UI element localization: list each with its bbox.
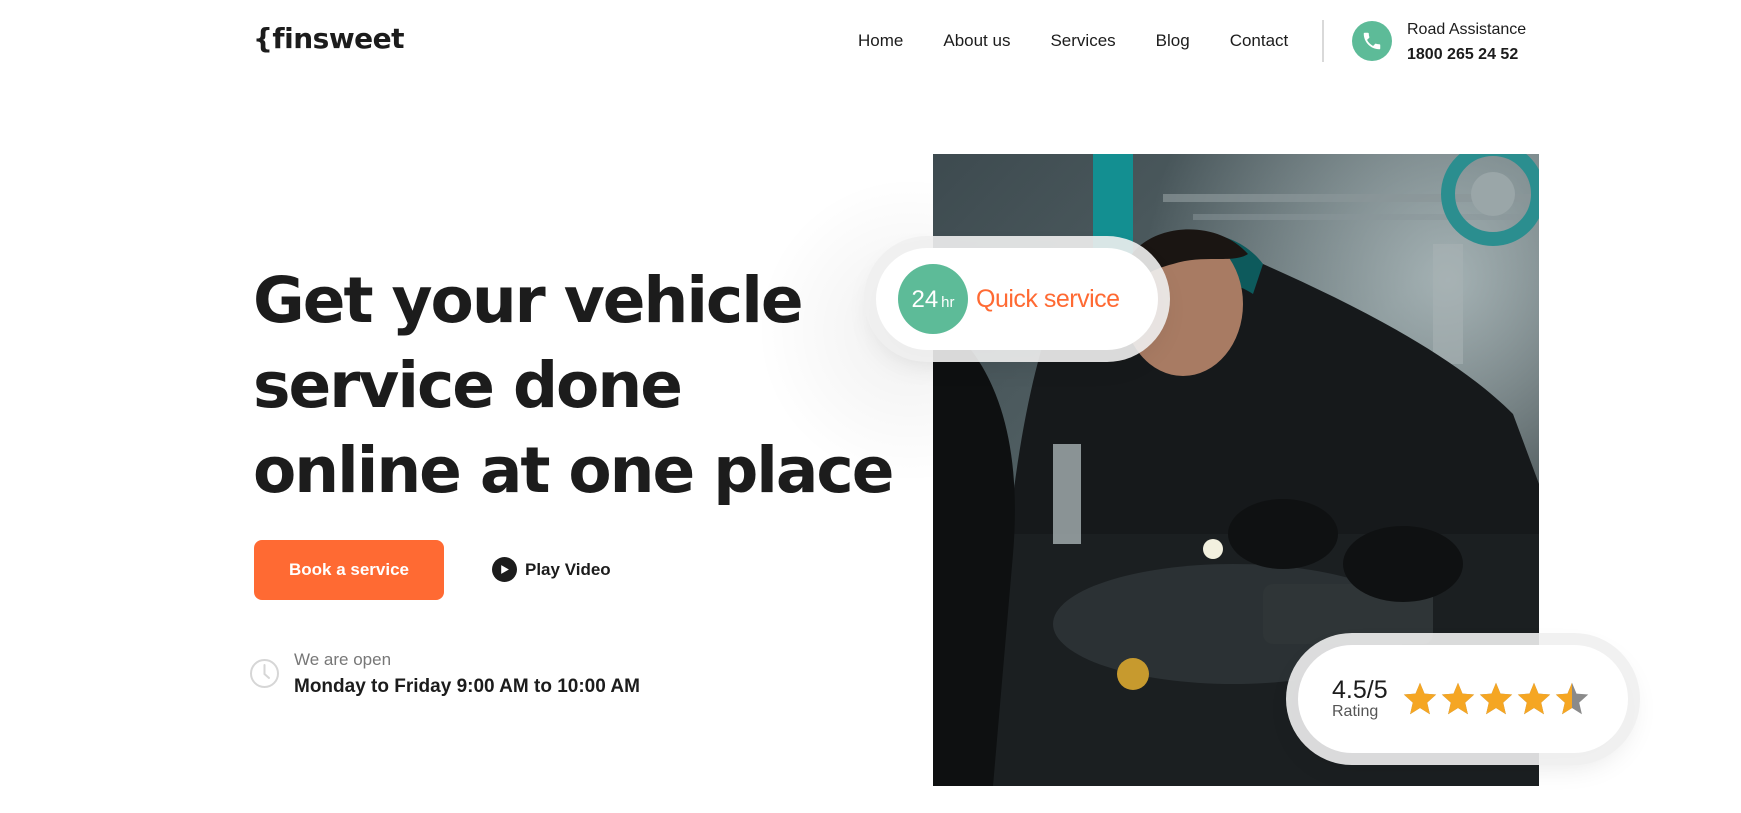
quick-service-unit: hr <box>941 294 955 311</box>
rating-label: Rating <box>1332 703 1379 720</box>
phone-icon[interactable] <box>1352 21 1392 61</box>
rating-score: 4.5/5 Rating <box>1332 677 1388 721</box>
rating-badge: 4.5/5 Rating <box>1298 645 1628 753</box>
star-icon <box>1517 682 1550 715</box>
star-icon <box>1479 682 1512 715</box>
road-assistance-number[interactable]: 1800 265 24 52 <box>1407 44 1526 66</box>
rating-stars <box>1402 681 1590 717</box>
open-label: We are open <box>294 650 392 669</box>
play-video-label[interactable]: Play Video <box>525 560 611 580</box>
quick-service-badge: 24 hr Quick service <box>876 248 1158 350</box>
road-assistance: Road Assistance 1800 265 24 52 <box>1407 19 1526 66</box>
nav-contact[interactable]: Contact <box>1230 30 1289 52</box>
rating-value: 4.5/5 <box>1332 676 1388 704</box>
quick-service-ring: 24 hr <box>898 264 968 334</box>
road-assistance-label: Road Assistance <box>1407 21 1527 38</box>
quick-service-number: 24 <box>911 286 939 313</box>
logo[interactable]: {finsweet <box>253 22 405 55</box>
clock-icon <box>249 658 280 689</box>
nav-services[interactable]: Services <box>1050 30 1115 52</box>
nav-home[interactable]: Home <box>858 30 903 52</box>
quick-service-text: Quick service <box>976 284 1120 313</box>
book-service-button[interactable]: Book a service <box>254 540 444 600</box>
star-icon <box>1403 682 1436 715</box>
star-icon <box>1441 682 1474 715</box>
star-icon <box>1555 682 1588 715</box>
open-hours: Monday to Friday 9:00 AM to 10:00 AM <box>294 676 640 697</box>
nav-blog[interactable]: Blog <box>1156 30 1190 52</box>
play-icon[interactable] <box>492 557 517 582</box>
main-nav: Home About us Services Blog Contact <box>858 30 1328 52</box>
nav-divider <box>1322 20 1324 62</box>
play-video-button[interactable]: Play Video <box>492 557 611 582</box>
nav-about-us[interactable]: About us <box>943 30 1010 52</box>
